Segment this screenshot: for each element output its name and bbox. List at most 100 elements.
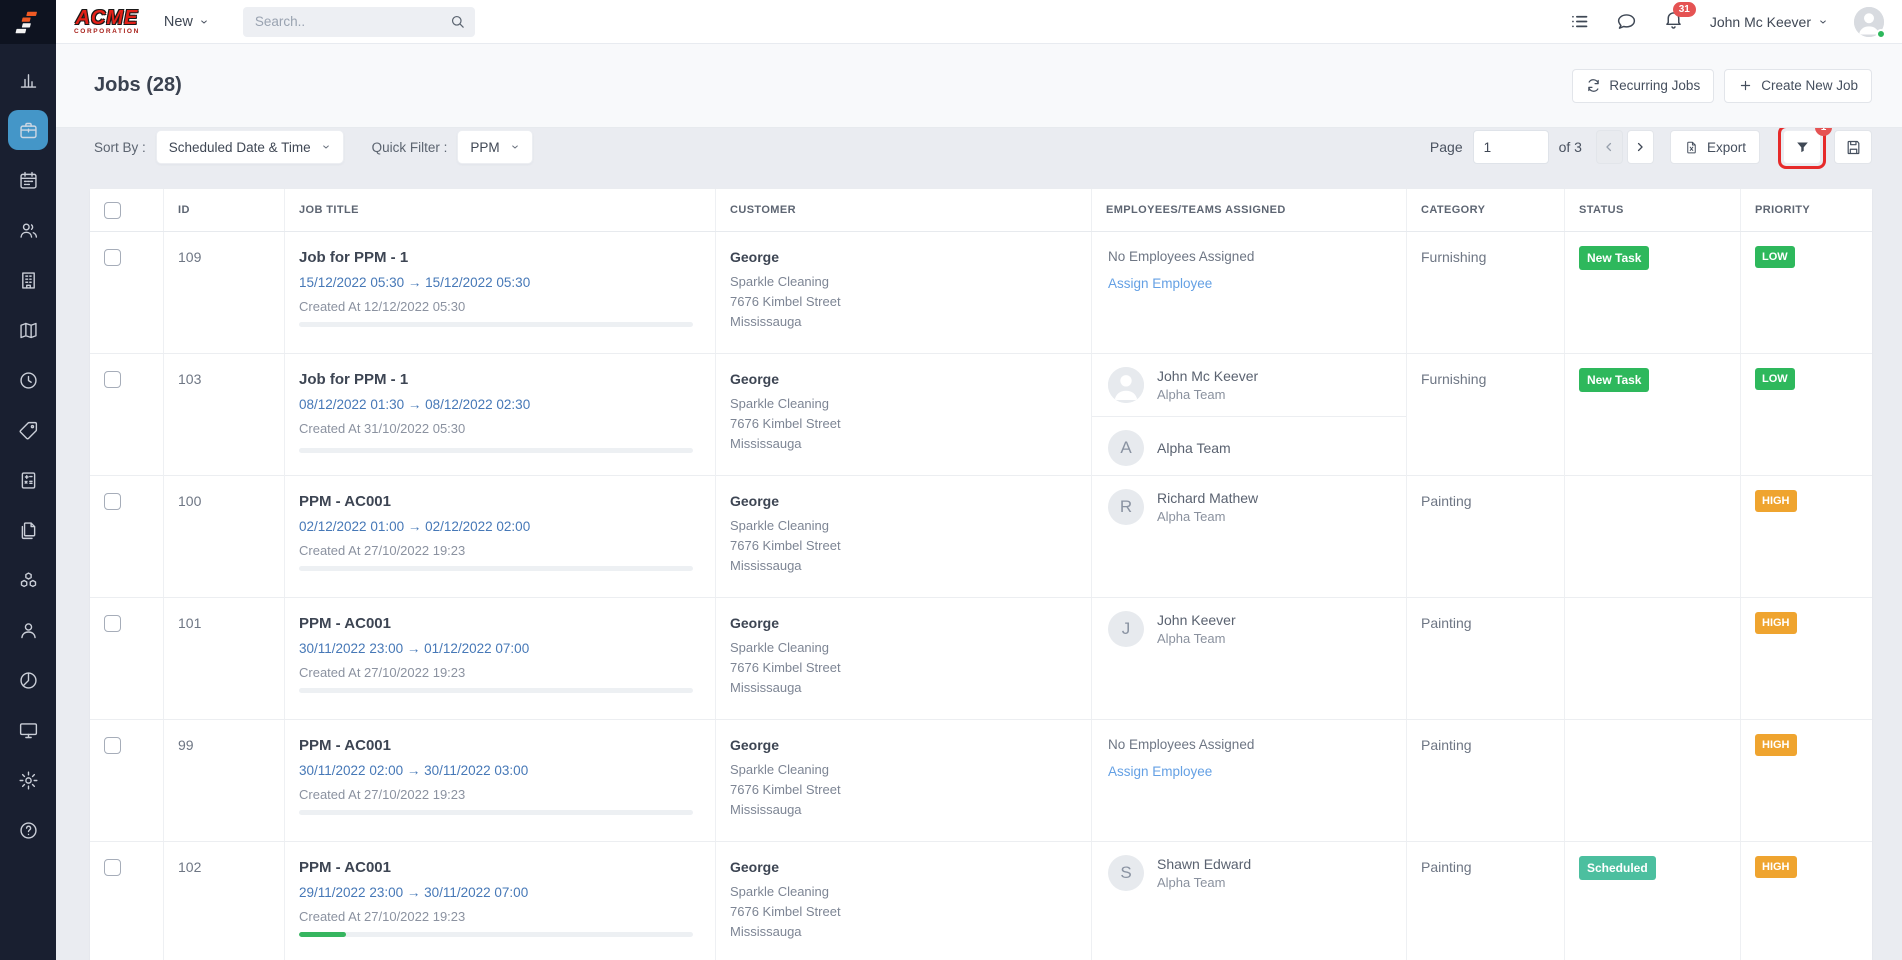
row-checkbox[interactable] xyxy=(104,615,121,632)
customer-company: Sparkle Cleaning xyxy=(730,762,1077,777)
notifications-button[interactable]: 31 xyxy=(1663,9,1684,35)
job-title-link[interactable]: Job for PPM - 1 xyxy=(299,371,701,388)
sidebar-item-calculator[interactable] xyxy=(0,455,56,505)
customer-name[interactable]: George xyxy=(730,859,1077,875)
status-badge: New Task xyxy=(1579,246,1649,270)
page-number-input[interactable] xyxy=(1473,130,1549,164)
task-list-icon[interactable] xyxy=(1569,11,1590,32)
customer-name[interactable]: George xyxy=(730,737,1077,753)
job-category: Furnishing xyxy=(1421,249,1486,265)
assignees-cell: SShawn EdwardAlpha Team xyxy=(1092,842,1407,960)
row-checkbox[interactable] xyxy=(104,371,121,388)
job-schedule-link[interactable]: 30/11/2022 02:00 → 30/11/2022 03:00 xyxy=(299,763,701,778)
customer-cell: George Sparkle Cleaning 7676 Kimbel Stre… xyxy=(716,720,1092,841)
no-employees-text: No Employees Assigned xyxy=(1108,249,1390,264)
new-menu-button[interactable]: New xyxy=(164,14,209,30)
assignee-entry[interactable]: SShawn EdwardAlpha Team xyxy=(1092,842,1406,904)
create-new-job-label: Create New Job xyxy=(1761,78,1858,93)
customer-city: Mississauga xyxy=(730,802,1077,817)
job-created-at: Created At 31/10/2022 05:30 xyxy=(299,421,701,436)
customer-name[interactable]: George xyxy=(730,493,1077,509)
notification-count-badge: 31 xyxy=(1673,2,1696,17)
row-checkbox[interactable] xyxy=(104,249,121,266)
job-progress-bar xyxy=(299,322,693,327)
job-title-link[interactable]: PPM - AC001 xyxy=(299,493,701,510)
sort-by-select[interactable]: Scheduled Date & Time xyxy=(156,130,344,164)
customer-name[interactable]: George xyxy=(730,615,1077,631)
job-progress-bar xyxy=(299,932,693,937)
sidebar-item-bar-chart[interactable] xyxy=(0,55,56,105)
assignee-entry[interactable]: RRichard MathewAlpha Team xyxy=(1092,476,1406,538)
job-schedule-link[interactable]: 29/11/2022 23:00 → 30/11/2022 07:00 xyxy=(299,885,701,900)
row-checkbox-cell xyxy=(90,720,164,841)
job-title-link[interactable]: PPM - AC001 xyxy=(299,859,701,876)
quick-filter-select[interactable]: PPM xyxy=(457,130,532,164)
job-schedule-link[interactable]: 08/12/2022 01:30 → 08/12/2022 02:30 xyxy=(299,397,701,412)
job-schedule-link[interactable]: 30/11/2022 23:00 → 01/12/2022 07:00 xyxy=(299,641,701,656)
assign-employee-link[interactable]: Assign Employee xyxy=(1108,764,1390,779)
export-file-icon xyxy=(1684,140,1699,155)
search-icon[interactable] xyxy=(449,13,466,30)
next-page-button[interactable] xyxy=(1627,130,1654,164)
app-logo[interactable] xyxy=(0,0,56,44)
user-menu[interactable]: John Mc Keever xyxy=(1710,14,1828,30)
job-schedule-link[interactable]: 15/12/2022 05:30 → 15/12/2022 05:30 xyxy=(299,275,701,290)
customer-name[interactable]: George xyxy=(730,371,1077,387)
assignee-letter-avatar: R xyxy=(1108,489,1144,525)
sidebar-item-help[interactable] xyxy=(0,805,56,855)
job-title-link[interactable]: Job for PPM - 1 xyxy=(299,249,701,266)
chevron-down-icon xyxy=(199,17,209,27)
sidebar-item-briefcase[interactable] xyxy=(0,105,56,155)
filter-button[interactable] xyxy=(1783,130,1821,164)
sidebar-item-map[interactable] xyxy=(0,305,56,355)
save-view-button[interactable] xyxy=(1834,130,1872,164)
sidebar-item-clock[interactable] xyxy=(0,355,56,405)
row-checkbox[interactable] xyxy=(104,859,121,876)
table-row: 100 PPM - AC001 02/12/2022 01:00 → 02/12… xyxy=(90,476,1872,598)
monitor-icon xyxy=(18,720,39,741)
sidebar-item-documents[interactable] xyxy=(0,505,56,555)
user-avatar[interactable] xyxy=(1854,7,1884,37)
row-checkbox[interactable] xyxy=(104,493,121,510)
customer-city: Mississauga xyxy=(730,558,1077,573)
sidebar-item-building[interactable] xyxy=(0,255,56,305)
sidebar-item-cubes[interactable] xyxy=(0,555,56,605)
sidebar-item-users[interactable] xyxy=(0,205,56,255)
job-schedule-link[interactable]: 02/12/2022 01:00 → 02/12/2022 02:00 xyxy=(299,519,701,534)
job-title-link[interactable]: PPM - AC001 xyxy=(299,615,701,632)
bar-chart-icon xyxy=(18,70,39,91)
assignee-entry[interactable]: John Mc KeeverAlpha Team xyxy=(1092,354,1406,417)
job-id-cell: 99 xyxy=(164,720,285,841)
table-header-row: IDJOB TITLECUSTOMEREMPLOYEES/TEAMS ASSIG… xyxy=(90,189,1872,232)
job-category: Furnishing xyxy=(1421,371,1486,387)
acme-logo[interactable]: ACME CORPORATION xyxy=(74,8,140,36)
job-title-cell: PPM - AC001 29/11/2022 23:00 → 30/11/202… xyxy=(285,842,716,960)
sidebar-item-calendar[interactable] xyxy=(0,155,56,205)
create-new-job-button[interactable]: Create New Job xyxy=(1724,69,1872,103)
job-id-cell: 109 xyxy=(164,232,285,353)
assignee-entry[interactable]: JJohn KeeverAlpha Team xyxy=(1092,598,1406,660)
customer-name[interactable]: George xyxy=(730,249,1077,265)
category-cell: Furnishing xyxy=(1407,232,1565,353)
job-category: Painting xyxy=(1421,615,1472,631)
select-all-checkbox[interactable] xyxy=(104,202,121,219)
chat-icon[interactable] xyxy=(1616,11,1637,32)
table-body: 109 Job for PPM - 1 15/12/2022 05:30 → 1… xyxy=(90,232,1872,960)
assign-employee-link[interactable]: Assign Employee xyxy=(1108,276,1390,291)
sidebar-item-person[interactable] xyxy=(0,605,56,655)
sidebar-item-pie-chart[interactable] xyxy=(0,655,56,705)
sidebar-item-tag[interactable] xyxy=(0,405,56,455)
list-toolbar: Sort By : Scheduled Date & Time Quick Fi… xyxy=(56,128,1902,166)
customer-company: Sparkle Cleaning xyxy=(730,884,1077,899)
sidebar-item-gear[interactable] xyxy=(0,755,56,805)
prev-page-button[interactable] xyxy=(1596,130,1623,164)
job-title-link[interactable]: PPM - AC001 xyxy=(299,737,701,754)
recurring-jobs-button[interactable]: Recurring Jobs xyxy=(1572,69,1714,103)
job-progress-bar xyxy=(299,810,693,815)
sidebar-item-monitor[interactable] xyxy=(0,705,56,755)
row-checkbox[interactable] xyxy=(104,737,121,754)
export-button[interactable]: Export xyxy=(1670,130,1760,164)
assignee-entry[interactable]: AAlpha Team xyxy=(1092,417,1406,479)
search-input[interactable] xyxy=(243,7,475,37)
row-checkbox-cell xyxy=(90,476,164,597)
